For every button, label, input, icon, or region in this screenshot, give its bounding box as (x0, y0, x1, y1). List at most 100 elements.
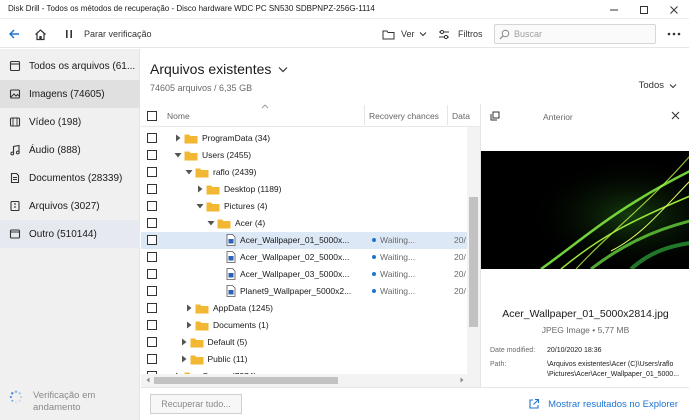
recovery-status: Waiting... (372, 235, 415, 245)
expanded-arrow-icon[interactable] (207, 219, 215, 227)
filter-sliders-icon (439, 29, 449, 39)
folder-row[interactable]: ProgramData (34) (141, 130, 467, 147)
folder-row[interactable]: Users (2455) (141, 147, 467, 164)
folder-row[interactable]: AppData (1245) (141, 300, 467, 317)
scrollbar-thumb[interactable] (469, 197, 478, 327)
row-checkbox[interactable] (147, 201, 157, 211)
pause-scan-button[interactable]: Parar verificação (64, 20, 152, 48)
vertical-scrollbar[interactable] (467, 127, 480, 374)
row-name: Default (5) (207, 337, 248, 347)
file-row[interactable]: Planet9_Wallpaper_5000x2... Waiting... 20/ (141, 283, 467, 300)
row-checkbox[interactable] (147, 218, 157, 228)
external-link-icon (529, 398, 540, 409)
close-icon (670, 5, 678, 14)
recovery-status: Waiting... (372, 269, 415, 279)
recovery-status-text: Waiting... (380, 235, 416, 245)
file-list-panel: Arquivos existentes 74605 arquivos / 6,3… (141, 49, 677, 420)
scrollbar-thumb[interactable] (154, 377, 338, 384)
maximize-button[interactable] (629, 0, 659, 19)
close-window-button[interactable] (659, 0, 689, 19)
folder-row[interactable]: Acer (4) (141, 215, 467, 232)
collapsed-arrow-icon[interactable] (180, 355, 188, 363)
row-checkbox[interactable] (147, 269, 157, 279)
spinner-icon (9, 390, 23, 404)
expanded-arrow-icon[interactable] (196, 202, 204, 210)
search-box[interactable] (494, 24, 656, 44)
folder-icon (184, 134, 198, 144)
collapsed-arrow-icon[interactable] (185, 304, 193, 312)
previous-item-button[interactable]: Anterior (543, 112, 573, 122)
select-all-checkbox[interactable] (147, 111, 157, 121)
archive-icon (10, 200, 20, 212)
sidebar-item-images[interactable]: Imagens (74605) (0, 80, 140, 108)
status-dot-icon (372, 254, 376, 259)
sidebar-item-other[interactable]: Outro (510144) (0, 220, 140, 248)
back-button[interactable] (8, 20, 24, 48)
expanded-arrow-icon[interactable] (174, 151, 182, 159)
file-row[interactable]: Acer_Wallpaper_01_5000x... Waiting... 20/ (141, 232, 467, 249)
collapsed-arrow-icon[interactable] (174, 134, 182, 142)
row-name: raflo (2439) (213, 167, 257, 177)
row-checkbox[interactable] (147, 167, 157, 177)
folder-icon (190, 355, 203, 365)
copy-icon[interactable] (490, 111, 500, 121)
all-files-icon (9, 60, 21, 72)
sidebar-item-documents[interactable]: Documentos (28339) (0, 164, 140, 192)
close-icon[interactable] (671, 111, 680, 120)
row-checkbox[interactable] (147, 150, 157, 160)
file-row[interactable]: Acer_Wallpaper_02_5000x... Waiting... 20/ (141, 249, 467, 266)
row-checkbox[interactable] (147, 252, 157, 262)
column-divider[interactable] (364, 105, 365, 125)
row-checkbox[interactable] (147, 235, 157, 245)
minimize-button[interactable] (599, 0, 629, 19)
sidebar-item-audio[interactable]: Áudio (888) (0, 136, 140, 164)
collapsed-arrow-icon[interactable] (180, 338, 188, 346)
sidebar-item-video[interactable]: Vídeo (198) (0, 108, 140, 136)
row-checkbox[interactable] (147, 286, 157, 296)
row-checkbox[interactable] (147, 354, 157, 364)
recover-all-button[interactable]: Recuperar tudo... (150, 394, 242, 414)
show-in-explorer-link[interactable]: Mostrar resultados no Explorer (528, 398, 678, 410)
sidebar-item-all-files[interactable]: Todos os arquivos (61... (0, 52, 140, 80)
folder-row[interactable]: Default (5) (141, 334, 467, 351)
column-name[interactable]: Nome (167, 111, 190, 121)
row-checkbox[interactable] (147, 337, 157, 347)
row-checkbox[interactable] (147, 303, 157, 313)
horizontal-scrollbar[interactable] (141, 374, 480, 387)
expanded-arrow-icon[interactable] (185, 168, 193, 176)
folder-row[interactable]: Desktop (1189) (141, 181, 467, 198)
row-checkbox[interactable] (147, 133, 157, 143)
sidebar-item-label: Todos os arquivos (61... (29, 60, 136, 72)
row-checkbox[interactable] (147, 184, 157, 194)
pause-scan-label: Parar verificação (84, 29, 152, 39)
bottom-bar: Recuperar tudo... Mostrar resultados no … (141, 387, 689, 420)
column-date[interactable]: Data (452, 111, 470, 121)
filters-button[interactable]: Filtros (438, 20, 483, 48)
collapsed-arrow-icon[interactable] (196, 185, 204, 193)
video-icon (9, 117, 21, 127)
page-title: Arquivos existentes (150, 61, 272, 77)
row-name: Users (2455) (202, 150, 252, 160)
collapsed-arrow-icon[interactable] (185, 321, 193, 329)
date-modified-value: 20/10/2020 18:36 (547, 347, 602, 354)
folder-row[interactable]: Pictures (4) (141, 198, 467, 215)
file-row[interactable]: Acer_Wallpaper_03_5000x... Waiting... 20/ (141, 266, 467, 283)
search-input[interactable] (514, 29, 649, 39)
column-divider[interactable] (447, 105, 448, 125)
folder-row[interactable]: Documents (1) (141, 317, 467, 334)
folder-row[interactable]: raflo (2439) (141, 164, 467, 181)
column-recovery-chances[interactable]: Recovery chances (369, 111, 439, 121)
row-checkbox[interactable] (147, 320, 157, 330)
view-menu-button[interactable]: Ver (382, 20, 427, 48)
filter-dropdown[interactable]: Todos (639, 80, 677, 91)
location-dropdown[interactable]: Arquivos existentes (150, 61, 288, 77)
row-date: 20/ (454, 252, 466, 262)
more-options-button[interactable] (667, 20, 681, 48)
home-button[interactable] (34, 20, 50, 48)
scroll-right-icon (460, 377, 464, 383)
folder-row[interactable]: Public (11) (141, 351, 467, 368)
row-date: 20/ (454, 235, 466, 245)
sidebar-item-archives[interactable]: Arquivos (3027) (0, 192, 140, 220)
status-dot-icon (372, 237, 376, 242)
row-name: Acer_Wallpaper_02_5000x... (240, 252, 350, 262)
